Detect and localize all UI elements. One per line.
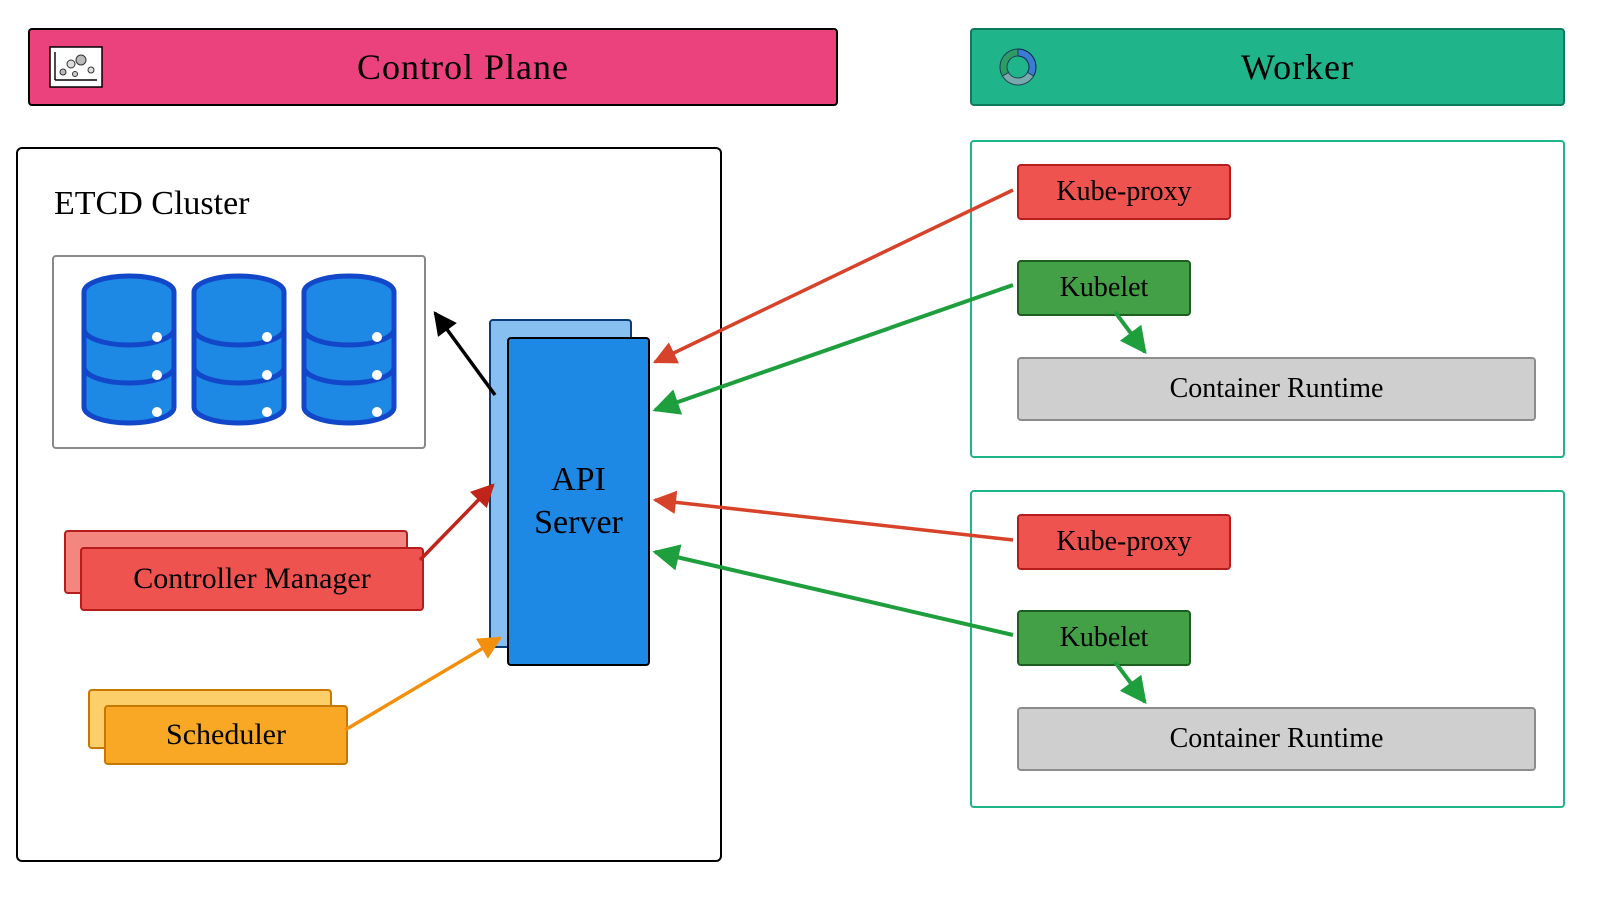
etcd-cluster-container [52,255,426,449]
kube-proxy-1: Kube-proxy [1017,164,1231,220]
etcd-databases-icon [54,257,424,447]
kubelet-2: Kubelet [1017,610,1191,666]
etcd-cluster-label: ETCD Cluster [54,185,249,223]
container-runtime-2-label: Container Runtime [1170,723,1384,755]
kube-proxy-2-label: Kube-proxy [1056,526,1191,558]
container-runtime-1-label: Container Runtime [1170,373,1384,405]
header-control-plane-title: Control Plane [106,46,820,88]
container-runtime-1: Container Runtime [1017,357,1536,421]
header-worker: Worker [970,28,1565,106]
diagram-root: Control Plane Worker ETCD Cluster [0,0,1600,907]
api-server-label-2: Server [534,502,623,545]
api-server: API Server [507,337,650,666]
api-server-label-1: API [534,459,623,502]
container-runtime-2: Container Runtime [1017,707,1536,771]
header-worker-title: Worker [1048,46,1547,88]
controller-manager-label: Controller Manager [133,562,370,596]
scheduler-label: Scheduler [166,718,286,752]
ring-icon [988,43,1048,91]
panel-worker-1: Kube-proxy Kubelet Container Runtime [970,140,1565,458]
kubelet-2-label: Kubelet [1060,622,1149,654]
kube-proxy-2: Kube-proxy [1017,514,1231,570]
kube-proxy-1-label: Kube-proxy [1056,176,1191,208]
kubelet-1: Kubelet [1017,260,1191,316]
header-control-plane: Control Plane [28,28,838,106]
panel-worker-2: Kube-proxy Kubelet Container Runtime [970,490,1565,808]
scheduler: Scheduler [104,705,348,765]
panel-control-plane: ETCD Cluster [16,147,722,862]
chart-icon [46,43,106,91]
controller-manager: Controller Manager [80,547,424,611]
kubelet-1-label: Kubelet [1060,272,1149,304]
